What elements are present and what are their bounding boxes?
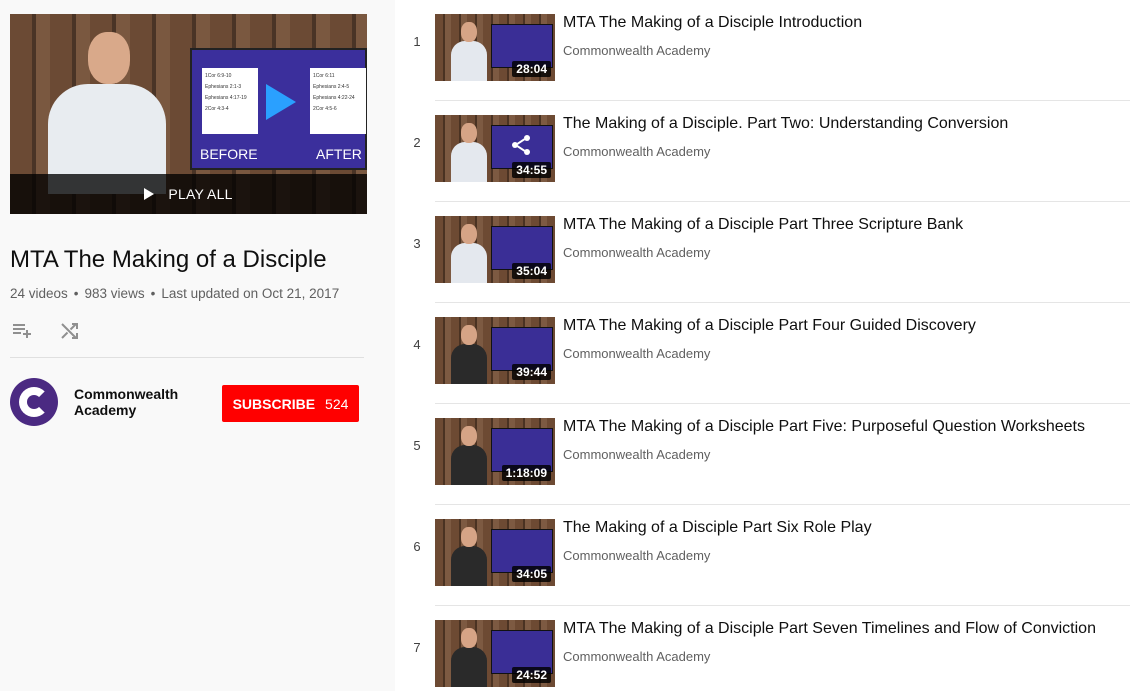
video-thumbnail[interactable]: 39:44 (435, 317, 555, 384)
video-thumbnail[interactable]: 28:04 (435, 14, 555, 81)
video-thumbnail[interactable]: 1:18:09 (435, 418, 555, 485)
video-index: 1 (413, 34, 421, 49)
video-title[interactable]: MTA The Making of a Disciple Part Four G… (563, 317, 976, 335)
video-title[interactable]: MTA The Making of a Disciple Part Seven … (563, 620, 1096, 638)
video-duration: 34:55 (512, 162, 551, 178)
video-thumbnail[interactable]: 34:05 (435, 519, 555, 586)
playlist-stats: 24 videos • 983 views • Last updated on Oct … (10, 286, 340, 301)
video-list: 1 28:04 MTA The Making of a Disciple Int… (395, 0, 1130, 691)
channel-logo-icon (19, 387, 49, 417)
video-channel[interactable]: Commonwealth Academy (563, 144, 710, 159)
video-thumbnail[interactable]: 24:52 (435, 620, 555, 687)
video-count: 24 videos (10, 286, 68, 301)
after-verses: 1Cor 6:11 Ephesians 2:4-5 Ephesians 4:22… (310, 68, 366, 134)
view-count: 983 views (84, 286, 145, 301)
video-index: 5 (413, 438, 421, 453)
playlist-title[interactable]: MTA The Making of a Disciple (10, 246, 327, 274)
video-index: 7 (413, 640, 421, 655)
presenter-figure (38, 32, 166, 194)
subscribe-label: SUBSCRIBE (232, 395, 316, 412)
video-duration: 35:04 (512, 263, 551, 279)
video-duration: 24:52 (512, 667, 551, 683)
video-channel[interactable]: Commonwealth Academy (563, 548, 710, 563)
list-item[interactable]: 1 28:04 MTA The Making of a Disciple Int… (395, 0, 1130, 101)
video-title[interactable]: The Making of a Disciple Part Six Role P… (563, 519, 872, 537)
video-index: 6 (413, 539, 421, 554)
add-to-queue-button[interactable] (10, 318, 34, 342)
channel-name[interactable]: Commonwealth Academy (74, 386, 194, 418)
presentation-screen: 1Cor 6:9-10 Ephesians 2:1-3 Ephesians 4:… (190, 48, 367, 170)
video-channel[interactable]: Commonwealth Academy (563, 649, 710, 664)
after-label: AFTER (316, 146, 362, 162)
video-title[interactable]: MTA The Making of a Disciple Part Five: … (563, 418, 1085, 436)
shuffle-button[interactable] (58, 318, 82, 342)
list-item[interactable]: 2 34:55 The Making of a Disciple. Part T… (395, 101, 1130, 202)
arrow-right-icon (266, 84, 296, 120)
list-item[interactable]: 5 1:18:09 MTA The Making of a Disciple P… (395, 404, 1130, 505)
video-channel[interactable]: Commonwealth Academy (563, 245, 710, 260)
avatar[interactable] (10, 378, 58, 426)
last-updated: Last updated on Oct 21, 2017 (161, 286, 340, 301)
video-index: 3 (413, 236, 421, 251)
list-item[interactable]: 4 39:44 MTA The Making of a Disciple Par… (395, 303, 1130, 404)
video-channel[interactable]: Commonwealth Academy (563, 346, 710, 361)
play-icon (144, 188, 155, 200)
list-item[interactable]: 6 34:05 The Making of a Disciple Part Si… (395, 505, 1130, 606)
video-duration: 28:04 (512, 61, 551, 77)
video-index: 2 (413, 135, 421, 150)
subscribe-button[interactable]: SUBSCRIBE 524 (222, 385, 359, 422)
playlist-thumbnail[interactable]: 1Cor 6:9-10 Ephesians 2:1-3 Ephesians 4:… (10, 14, 367, 214)
share-icon (512, 135, 530, 155)
video-index: 4 (413, 337, 421, 352)
video-channel[interactable]: Commonwealth Academy (563, 43, 710, 58)
playlist-add-icon (13, 324, 31, 338)
video-duration: 39:44 (512, 364, 551, 380)
video-duration: 1:18:09 (501, 465, 551, 481)
video-title[interactable]: The Making of a Disciple. Part Two: Unde… (563, 115, 1008, 133)
video-thumbnail[interactable]: 34:55 (435, 115, 555, 182)
playlist-sidebar: 1Cor 6:9-10 Ephesians 2:1-3 Ephesians 4:… (0, 0, 395, 691)
sidebar-divider (10, 357, 364, 358)
list-item[interactable]: 7 24:52 MTA The Making of a Disciple Par… (395, 606, 1130, 691)
channel-owner: Commonwealth Academy SUBSCRIBE 524 (10, 378, 364, 426)
playlist-actions (10, 318, 82, 342)
shuffle-icon (61, 323, 78, 339)
play-all-label: PLAY ALL (168, 186, 233, 202)
video-duration: 34:05 (512, 566, 551, 582)
before-verses: 1Cor 6:9-10 Ephesians 2:1-3 Ephesians 4:… (202, 68, 258, 134)
subscriber-count: 524 (325, 395, 349, 412)
list-item[interactable]: 3 35:04 MTA The Making of a Disciple Par… (395, 202, 1130, 303)
video-channel[interactable]: Commonwealth Academy (563, 447, 710, 462)
play-all-button[interactable]: PLAY ALL (10, 174, 367, 214)
video-title[interactable]: MTA The Making of a Disciple Introductio… (563, 14, 862, 32)
before-label: BEFORE (200, 146, 258, 162)
video-title[interactable]: MTA The Making of a Disciple Part Three … (563, 216, 963, 234)
video-thumbnail[interactable]: 35:04 (435, 216, 555, 283)
